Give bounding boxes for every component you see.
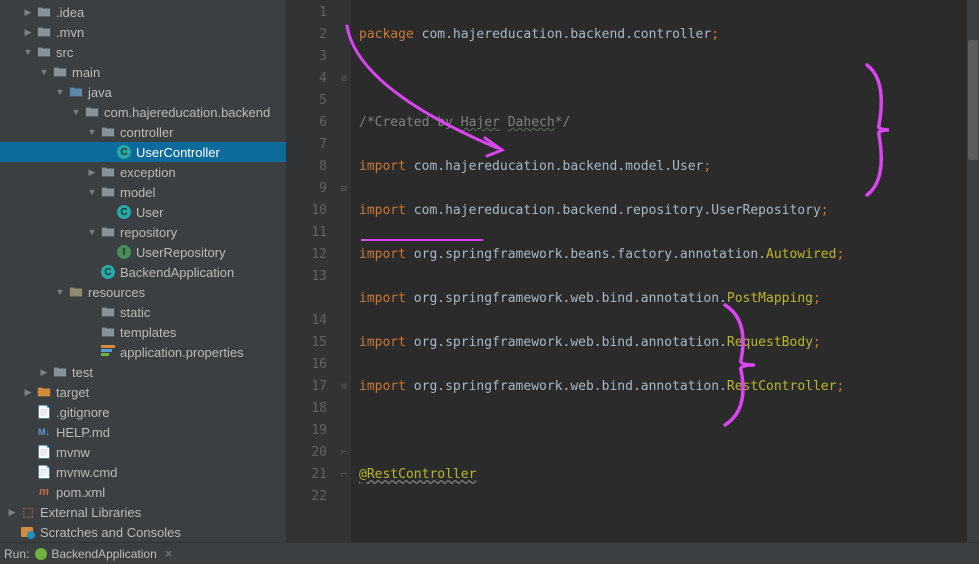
fold-end: ⌐ bbox=[337, 464, 351, 486]
tree-label: repository bbox=[120, 225, 177, 240]
tree-label: static bbox=[120, 305, 150, 320]
tree-mvnwcmd[interactable]: 📄 mvnw.cmd bbox=[0, 462, 286, 482]
tree-usercontroller[interactable]: C UserController bbox=[0, 142, 286, 162]
tree-static[interactable]: static bbox=[0, 302, 286, 322]
fold-marker[interactable]: ⊟ bbox=[337, 376, 351, 398]
tree-package[interactable]: ▼com.hajereducation.backend bbox=[0, 102, 286, 122]
code-editor[interactable]: 1 2 3 4 5 6 7 8 9 10 11 12 13 14 15 16 1… bbox=[287, 0, 979, 542]
fold-end: ⌐ bbox=[337, 442, 351, 464]
tree-appprops[interactable]: application.properties bbox=[0, 342, 286, 362]
tree-resources[interactable]: ▼resources bbox=[0, 282, 286, 302]
tree-label: UserController bbox=[136, 145, 220, 160]
file-icon: 📄 bbox=[36, 464, 52, 480]
tree-src[interactable]: ▼src bbox=[0, 42, 286, 62]
fold-marker[interactable]: ⊟ bbox=[337, 68, 351, 90]
tree-java[interactable]: ▼java bbox=[0, 82, 286, 102]
class-icon: C bbox=[117, 145, 131, 159]
tree-label: com.hajereducation.backend bbox=[104, 105, 270, 120]
properties-icon bbox=[101, 345, 115, 359]
tree-label: mvnw.cmd bbox=[56, 465, 117, 480]
tree-label: UserRepository bbox=[136, 245, 226, 260]
tree-mvn[interactable]: ▶.mvn bbox=[0, 22, 286, 42]
tree-scratches[interactable]: Scratches and Consoles bbox=[0, 522, 286, 542]
file-icon: 📄 bbox=[36, 444, 52, 460]
tree-idea[interactable]: ▶.idea bbox=[0, 2, 286, 22]
tree-label: model bbox=[120, 185, 155, 200]
tree-label: BackendApplication bbox=[120, 265, 234, 280]
fold-gutter[interactable]: ⊟ ⊟ ⊟ ⌐ ⌐ bbox=[337, 0, 351, 542]
tree-templates[interactable]: templates bbox=[0, 322, 286, 342]
maven-icon: m bbox=[36, 484, 52, 500]
tree-label: controller bbox=[120, 125, 173, 140]
tree-label: User bbox=[136, 205, 163, 220]
tree-controller[interactable]: ▼controller bbox=[0, 122, 286, 142]
tree-gitignore[interactable]: 📄 .gitignore bbox=[0, 402, 286, 422]
tree-model[interactable]: ▼model bbox=[0, 182, 286, 202]
project-tree[interactable]: ▶.idea ▶.mvn ▼src ▼main ▼java ▼com.hajer… bbox=[0, 0, 287, 542]
interface-icon: I bbox=[117, 245, 131, 259]
fold-marker[interactable]: ⊟ bbox=[337, 178, 351, 200]
tree-label: exception bbox=[120, 165, 176, 180]
file-icon: 📄 bbox=[36, 404, 52, 420]
close-icon[interactable]: × bbox=[165, 546, 173, 561]
bottom-toolbar: Run: BackendApplication × bbox=[0, 542, 979, 564]
scrollbar-thumb[interactable] bbox=[968, 40, 978, 160]
tree-target[interactable]: ▶target bbox=[0, 382, 286, 402]
tree-label: .mvn bbox=[56, 25, 84, 40]
tree-label: resources bbox=[88, 285, 145, 300]
tree-label: test bbox=[72, 365, 93, 380]
tree-label: .gitignore bbox=[56, 405, 109, 420]
run-label: Run: bbox=[4, 547, 29, 561]
tree-label: target bbox=[56, 385, 89, 400]
tree-label: templates bbox=[120, 325, 176, 340]
tree-label: pom.xml bbox=[56, 485, 105, 500]
spring-run-icon bbox=[35, 548, 47, 560]
editor-scrollbar[interactable] bbox=[967, 0, 979, 542]
tree-mvnw[interactable]: 📄 mvnw bbox=[0, 442, 286, 462]
tree-exception[interactable]: ▶exception bbox=[0, 162, 286, 182]
tree-label: application.properties bbox=[120, 345, 244, 360]
class-icon: C bbox=[101, 265, 115, 279]
tree-extlib[interactable]: ▶⬚External Libraries bbox=[0, 502, 286, 522]
tree-label: Scratches and Consoles bbox=[40, 525, 181, 540]
class-icon: C bbox=[117, 205, 131, 219]
tree-backendapp[interactable]: C BackendApplication bbox=[0, 262, 286, 282]
markdown-icon: M↓ bbox=[36, 424, 52, 440]
tree-label: .idea bbox=[56, 5, 84, 20]
tree-main[interactable]: ▼main bbox=[0, 62, 286, 82]
tree-user[interactable]: C User bbox=[0, 202, 286, 222]
tree-pom[interactable]: m pom.xml bbox=[0, 482, 286, 502]
tree-label: HELP.md bbox=[56, 425, 110, 440]
run-tab-label: BackendApplication bbox=[51, 547, 156, 561]
scratch-icon bbox=[21, 525, 35, 539]
tree-test[interactable]: ▶test bbox=[0, 362, 286, 382]
library-icon: ⬚ bbox=[20, 504, 36, 520]
tree-label: java bbox=[88, 85, 112, 100]
tree-label: src bbox=[56, 45, 73, 60]
code-content[interactable]: package com.hajereducation.backend.contr… bbox=[351, 0, 967, 542]
tree-label: mvnw bbox=[56, 445, 90, 460]
tree-label: External Libraries bbox=[40, 505, 141, 520]
tree-helpmd[interactable]: M↓ HELP.md bbox=[0, 422, 286, 442]
tree-repository[interactable]: ▼repository bbox=[0, 222, 286, 242]
tree-userrepository[interactable]: I UserRepository bbox=[0, 242, 286, 262]
line-gutter: 1 2 3 4 5 6 7 8 9 10 11 12 13 14 15 16 1… bbox=[287, 0, 337, 542]
run-tab[interactable]: BackendApplication × bbox=[29, 546, 178, 561]
tree-label: main bbox=[72, 65, 100, 80]
